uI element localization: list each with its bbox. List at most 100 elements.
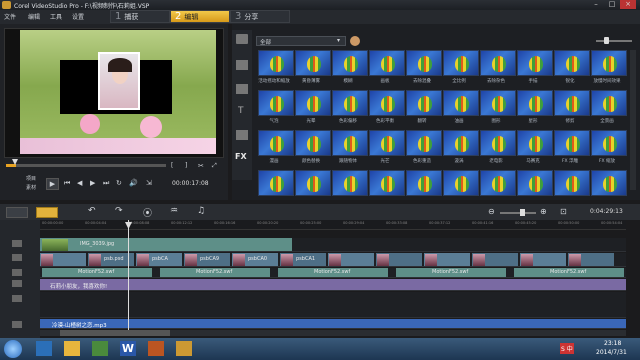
video-clip[interactable]: [520, 253, 566, 266]
videostudio-icon[interactable]: [176, 341, 192, 356]
video-clip[interactable]: [40, 253, 86, 266]
play-button[interactable]: ▶: [46, 178, 59, 190]
instant-project-icon[interactable]: [236, 60, 248, 70]
storyboard-view-icon[interactable]: [6, 207, 28, 218]
player-timecode[interactable]: 00:00:17:08: [172, 180, 209, 187]
start-button[interactable]: [4, 340, 22, 358]
timeline-view-icon[interactable]: [36, 207, 58, 218]
tab-capture[interactable]: 1 捕获: [110, 10, 170, 23]
video-clip[interactable]: psbCA1: [280, 253, 326, 266]
project-label[interactable]: 项目: [26, 175, 36, 182]
redo-icon[interactable]: ↷: [115, 206, 123, 216]
end-icon[interactable]: ⏭: [103, 179, 109, 188]
zoom-slider[interactable]: [500, 212, 536, 214]
library-scrollbar[interactable]: [630, 50, 636, 190]
transition-icon[interactable]: [236, 84, 248, 94]
video-clip[interactable]: [424, 253, 470, 266]
zoom-handle[interactable]: [520, 209, 525, 216]
scrubber-track[interactable]: [6, 164, 166, 167]
thumb-size-handle[interactable]: [604, 37, 609, 44]
word-icon[interactable]: W: [120, 341, 136, 356]
balloon-icon: [529, 136, 543, 152]
media-icon[interactable]: [236, 34, 248, 44]
undo-icon[interactable]: ↶: [88, 206, 96, 216]
menu-bar: 文件 编辑 工具 设置: [0, 10, 640, 24]
clip-thumb: [377, 254, 389, 266]
playhead[interactable]: [128, 220, 129, 330]
track-toggle-icon[interactable]: [12, 269, 22, 276]
track-toggle-icon[interactable]: [12, 254, 22, 261]
app-icon-2[interactable]: [148, 341, 164, 356]
video-clip[interactable]: psbCA: [136, 253, 182, 266]
title-clip[interactable]: 石莉小朋友，我喜欢你!: [50, 282, 107, 290]
mark-in-icon[interactable]: [: [171, 162, 173, 169]
overlay-clip[interactable]: IMG_3039.jpg: [40, 238, 292, 251]
next-frame-icon[interactable]: ▶: [90, 179, 95, 187]
menu-edit[interactable]: 编辑: [28, 12, 40, 21]
title-bar: Corel VideoStudio Pro - F:\视频制作\石莉姐.VSP …: [0, 0, 640, 10]
thumb-size-slider[interactable]: [596, 40, 632, 42]
clip-label[interactable]: 素材: [26, 184, 36, 191]
timeline-toolbar: ↶ ↷ ⦿ ♒ ♫ ⊖ ⊕ ⊡ 0:04:29:13: [0, 204, 640, 220]
video-clip[interactable]: [376, 253, 422, 266]
tab-share[interactable]: 3 分享: [230, 10, 290, 23]
zoom-in-icon[interactable]: ⊕: [540, 207, 547, 216]
app-icon: [2, 1, 11, 9]
clip-thumb: [89, 254, 101, 266]
enlarge-icon[interactable]: ⤢: [212, 162, 217, 170]
expand-icon[interactable]: ⇲: [146, 179, 152, 187]
effect-thumbnail: [443, 50, 479, 76]
effect-thumbnail: [258, 90, 294, 116]
timeline-timecode[interactable]: 0:04:29:13: [590, 208, 623, 215]
effect-thumbnail: [295, 170, 331, 196]
audio-mixer-icon[interactable]: ♒: [170, 206, 178, 216]
browse-icon[interactable]: [350, 36, 360, 46]
music-clip[interactable]: 冷漠-山楂树之恋.mp3: [52, 321, 107, 329]
overlay-clip-2[interactable]: MotionF52.swf: [514, 268, 624, 277]
prev-frame-icon[interactable]: ◀: [77, 179, 82, 187]
balloon-icon: [529, 56, 543, 72]
minimize-icon[interactable]: –: [588, 0, 604, 9]
menu-settings[interactable]: 设置: [72, 12, 84, 21]
scrollbar-thumb[interactable]: [60, 330, 170, 336]
graphic-icon[interactable]: [236, 130, 248, 140]
video-clip[interactable]: [568, 253, 614, 266]
track-toggle-icon[interactable]: [12, 295, 22, 302]
record-capture-icon[interactable]: ⦿: [143, 206, 152, 219]
tab-edit[interactable]: 2 编辑: [170, 10, 230, 23]
track-toggle-icon[interactable]: [12, 321, 22, 328]
home-icon[interactable]: ⏮: [64, 179, 70, 188]
media-player-icon[interactable]: [92, 341, 108, 356]
repeat-icon[interactable]: ↻: [116, 179, 122, 187]
clock-date[interactable]: 2014/7/31: [596, 349, 627, 356]
volume-icon[interactable]: 🔊: [129, 179, 138, 187]
close-icon[interactable]: ×: [620, 0, 636, 9]
folder-icon[interactable]: [64, 341, 80, 356]
menu-file[interactable]: 文件: [4, 12, 16, 21]
video-clip[interactable]: psbCA9: [184, 253, 230, 266]
track-toggle-icon[interactable]: [12, 280, 22, 287]
video-clip[interactable]: [328, 253, 374, 266]
balloon-icon: [603, 176, 617, 192]
overlay-clip-2[interactable]: MotionF52.swf: [278, 268, 388, 277]
ie-icon[interactable]: [36, 341, 52, 356]
title-icon[interactable]: T: [238, 106, 244, 116]
filter-select[interactable]: 全部 ▾: [256, 36, 346, 46]
mark-out-icon[interactable]: ]: [185, 162, 187, 169]
video-clip[interactable]: psbCA0: [232, 253, 278, 266]
fx-icon[interactable]: FX: [235, 152, 247, 161]
video-clip[interactable]: [472, 253, 518, 266]
timeline-scrollbar[interactable]: [40, 330, 626, 336]
zoom-out-icon[interactable]: ⊖: [488, 207, 495, 216]
menu-tools[interactable]: 工具: [50, 12, 62, 21]
overlay-clip-2[interactable]: MotionF52.swf: [42, 268, 152, 277]
track-toggle-icon[interactable]: [12, 240, 22, 247]
overlay-clip-2[interactable]: MotionF52.swf: [160, 268, 270, 277]
auto-music-icon[interactable]: ♫: [197, 206, 205, 216]
scissors-icon[interactable]: ✂: [198, 162, 204, 170]
maximize-icon[interactable]: □: [604, 0, 620, 9]
ime-indicator[interactable]: S 中: [560, 343, 574, 354]
fit-project-icon[interactable]: ⊡: [560, 207, 567, 216]
clock-time[interactable]: 23:18: [604, 340, 621, 347]
overlay-clip-2[interactable]: MotionF52.swf: [396, 268, 506, 277]
